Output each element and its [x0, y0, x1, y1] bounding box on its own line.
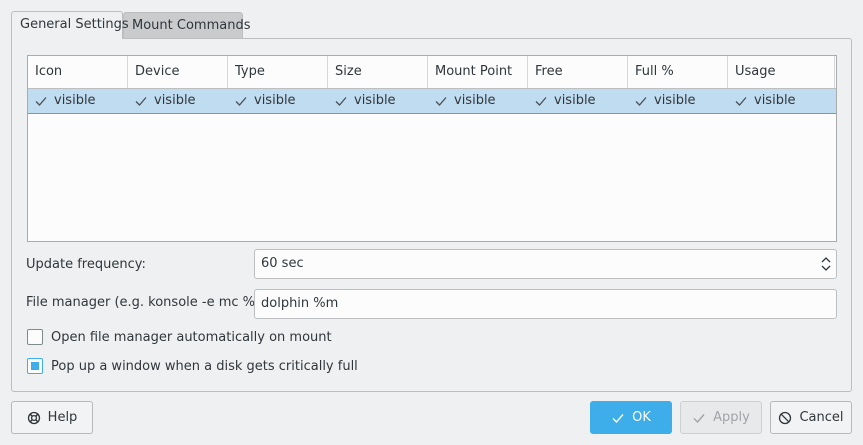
open-file-manager-label: Open file manager automatically on mount: [51, 329, 332, 345]
table-cell-usage[interactable]: visible: [728, 89, 835, 113]
cell-text: visible: [154, 93, 196, 108]
help-button[interactable]: Help: [11, 401, 93, 434]
table-cell-full-percent[interactable]: visible: [628, 89, 728, 113]
column-header-full-percent[interactable]: Full %: [628, 56, 728, 88]
tab-general-settings[interactable]: General Settings: [11, 11, 129, 39]
tab-mount-commands[interactable]: Mount Commands: [123, 12, 250, 38]
table-cell-mount-point[interactable]: visible: [428, 89, 528, 113]
check-icon: [612, 413, 624, 423]
popup-critical-checkbox[interactable]: [27, 358, 43, 374]
table-header: Icon Device Type Size Mount Point Free F…: [28, 56, 836, 89]
table-cell-type[interactable]: visible: [228, 89, 328, 113]
check-icon: [693, 413, 705, 423]
update-frequency-label: Update frequency:: [26, 257, 146, 272]
check-icon: [635, 97, 647, 106]
help-button-label: Help: [47, 410, 78, 425]
settings-dialog: General Settings Mount Commands Icon Dev…: [0, 0, 863, 445]
cell-text: visible: [354, 93, 396, 108]
cell-text: visible: [754, 93, 796, 108]
table-cell-icon[interactable]: visible: [28, 89, 128, 113]
popup-critical-label: Pop up a window when a disk gets critica…: [51, 358, 358, 374]
ok-button[interactable]: OK: [590, 401, 672, 434]
column-header-size[interactable]: Size: [328, 56, 428, 88]
table-cell-size[interactable]: visible: [328, 89, 428, 113]
check-icon: [535, 97, 547, 106]
cell-text: visible: [554, 93, 596, 108]
popup-critical-option[interactable]: Pop up a window when a disk gets critica…: [27, 358, 358, 374]
file-manager-value: dolphin %m: [261, 296, 339, 311]
table-row[interactable]: visible visible visible visible visible: [28, 89, 836, 114]
update-frequency-spinbox[interactable]: 60 sec: [254, 249, 837, 279]
column-header-type[interactable]: Type: [228, 56, 328, 88]
tab-bar: General Settings Mount Commands: [11, 11, 250, 39]
column-header-icon[interactable]: Icon: [28, 56, 128, 88]
cell-text: visible: [54, 93, 96, 108]
general-settings-panel: Icon Device Type Size Mount Point Free F…: [11, 38, 852, 392]
cancel-button-label: Cancel: [799, 410, 844, 425]
column-header-mount-point[interactable]: Mount Point: [428, 56, 528, 88]
apply-button-label: Apply: [713, 410, 750, 425]
check-icon: [735, 97, 747, 106]
ok-button-label: OK: [632, 410, 651, 425]
open-file-manager-checkbox[interactable]: [27, 329, 43, 345]
table-cell-device[interactable]: visible: [128, 89, 228, 113]
check-icon: [335, 97, 347, 106]
spinbox-arrows-icon[interactable]: [820, 255, 832, 273]
cancel-icon: [779, 411, 792, 424]
column-header-device[interactable]: Device: [128, 56, 228, 88]
column-header-usage[interactable]: Usage: [728, 56, 835, 88]
lifebuoy-icon: [27, 411, 40, 424]
table-cell-free[interactable]: visible: [528, 89, 628, 113]
apply-button[interactable]: Apply: [680, 401, 762, 434]
update-frequency-value: 60 sec: [261, 256, 304, 271]
columns-table: Icon Device Type Size Mount Point Free F…: [27, 55, 837, 242]
cell-text: visible: [654, 93, 696, 108]
check-icon: [235, 97, 247, 106]
cancel-button[interactable]: Cancel: [770, 401, 852, 434]
open-file-manager-option[interactable]: Open file manager automatically on mount: [27, 329, 332, 345]
check-icon: [435, 97, 447, 106]
check-icon: [35, 97, 47, 106]
cell-text: visible: [454, 93, 496, 108]
cell-text: visible: [254, 93, 296, 108]
file-manager-label: File manager (e.g. konsole -e mc %m):: [26, 295, 278, 310]
check-icon: [135, 97, 147, 106]
file-manager-input[interactable]: dolphin %m: [254, 289, 837, 319]
column-header-free[interactable]: Free: [528, 56, 628, 88]
